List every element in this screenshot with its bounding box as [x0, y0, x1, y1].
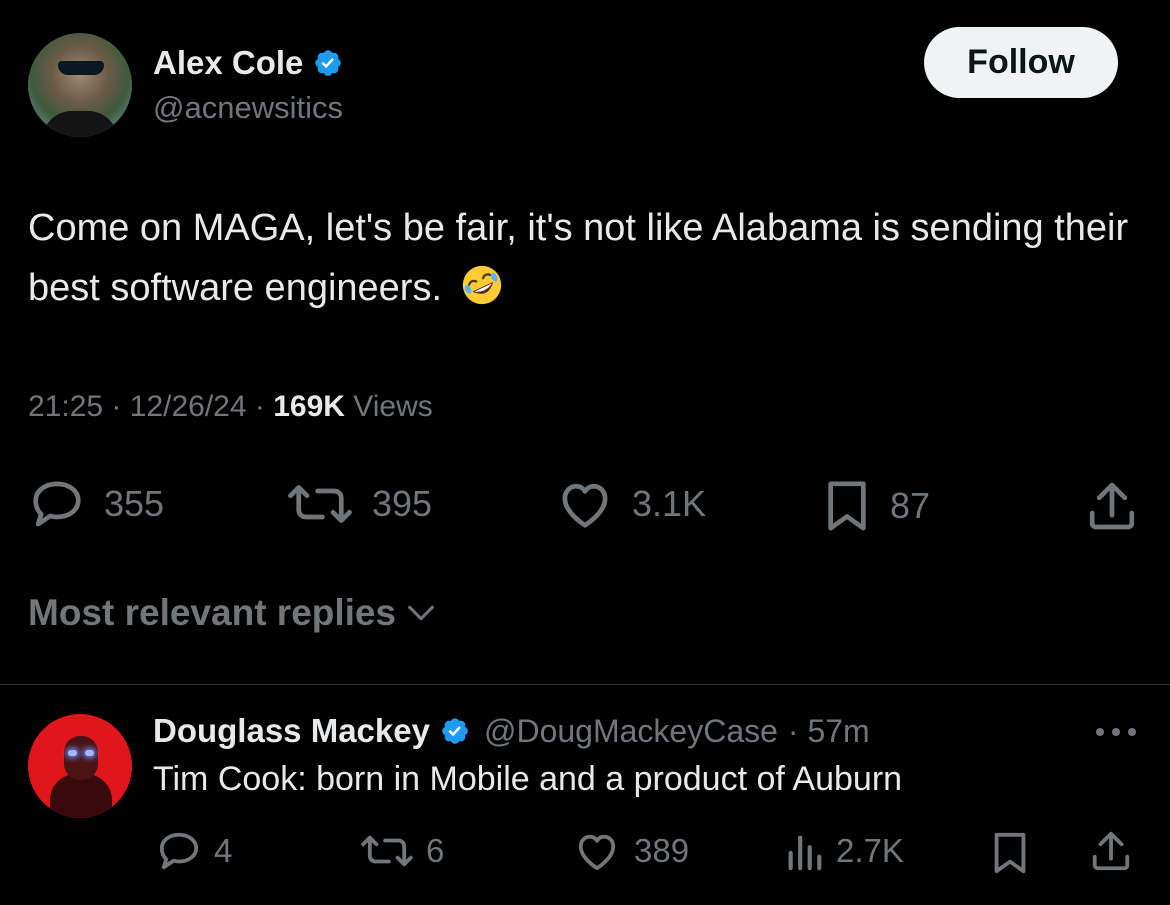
reply-bubble-icon: [159, 832, 199, 870]
bookmark-count: 87: [890, 485, 931, 526]
author-handle[interactable]: @acnewsitics: [153, 90, 343, 126]
author-name-row[interactable]: Alex Cole: [153, 44, 343, 82]
author-name[interactable]: Alex Cole: [153, 44, 303, 82]
reply-views-count: 2.7K: [836, 832, 904, 869]
repost-count: 395: [372, 483, 433, 524]
replies-sort-dropdown[interactable]: Most relevant replies: [28, 592, 438, 634]
tweet-date[interactable]: 12/26/24: [130, 390, 247, 423]
rolling-on-floor-laughing-emoji-icon: [462, 265, 501, 305]
replies-sort-label: Most relevant replies: [28, 592, 397, 633]
bookmark-icon: [828, 481, 866, 531]
reply-action[interactable]: 355: [28, 478, 164, 530]
reply-header: Douglass Mackey @DougMackeyCase · 57m: [153, 712, 870, 750]
tweet-text: Come on MAGA, let's be fair, it's not li…: [28, 198, 1138, 318]
reply-reply-action[interactable]: 4: [156, 830, 232, 872]
follow-button[interactable]: Follow: [924, 27, 1118, 98]
share-action[interactable]: [1084, 478, 1140, 534]
reply-text: Tim Cook: born in Mobile and a product o…: [153, 760, 903, 798]
verified-badge-icon: [442, 718, 468, 744]
chevron-down-icon: [408, 605, 434, 621]
reply-like-action[interactable]: 389: [572, 830, 689, 872]
like-count: 3.1K: [632, 483, 707, 524]
bookmark-action[interactable]: 87: [822, 478, 930, 534]
meta-separator: ·: [111, 390, 122, 423]
reply-repost-count: 6: [426, 832, 445, 869]
reply-author-avatar[interactable]: [28, 714, 132, 818]
repost-icon: [288, 485, 352, 523]
reply-reply-count: 4: [214, 832, 233, 869]
reply-repost-action[interactable]: 6: [360, 830, 444, 872]
reply-views-action[interactable]: 2.7K: [784, 830, 904, 872]
views-label: Views: [353, 390, 433, 423]
tweet-page: Alex Cole @acnewsitics Follow Come on MA…: [0, 0, 1170, 905]
reply-bookmark-action[interactable]: [990, 830, 1030, 876]
divider: [0, 684, 1170, 685]
reply-like-count: 389: [634, 832, 690, 869]
reply-author-name[interactable]: Douglass Mackey: [153, 712, 430, 750]
share-icon: [1089, 482, 1135, 530]
author-avatar[interactable]: [28, 33, 132, 137]
heart-icon: [562, 483, 608, 528]
reply-share-action[interactable]: [1088, 828, 1134, 874]
heart-icon: [578, 834, 616, 871]
more-dots-icon[interactable]: [1094, 724, 1138, 740]
tweet-meta: 21:25 · 12/26/24 · 169K Views: [28, 390, 433, 424]
reply-bubble-icon: [33, 481, 81, 527]
views-count: 169K: [273, 390, 345, 423]
reply-author-handle[interactable]: @DougMackeyCase: [484, 713, 778, 750]
bar-chart-icon: [788, 835, 822, 871]
meta-separator-2: ·: [254, 390, 265, 423]
share-icon: [1092, 831, 1130, 871]
reply-time[interactable]: · 57m: [788, 713, 870, 750]
bookmark-icon: [994, 832, 1026, 874]
repost-icon: [361, 835, 413, 867]
tweet-body: Come on MAGA, let's be fair, it's not li…: [28, 207, 1129, 309]
tweet-time[interactable]: 21:25: [28, 390, 103, 423]
like-action[interactable]: 3.1K: [556, 478, 706, 530]
reply-count: 355: [104, 483, 165, 524]
repost-action[interactable]: 395: [286, 478, 432, 530]
verified-badge-icon: [315, 50, 342, 76]
